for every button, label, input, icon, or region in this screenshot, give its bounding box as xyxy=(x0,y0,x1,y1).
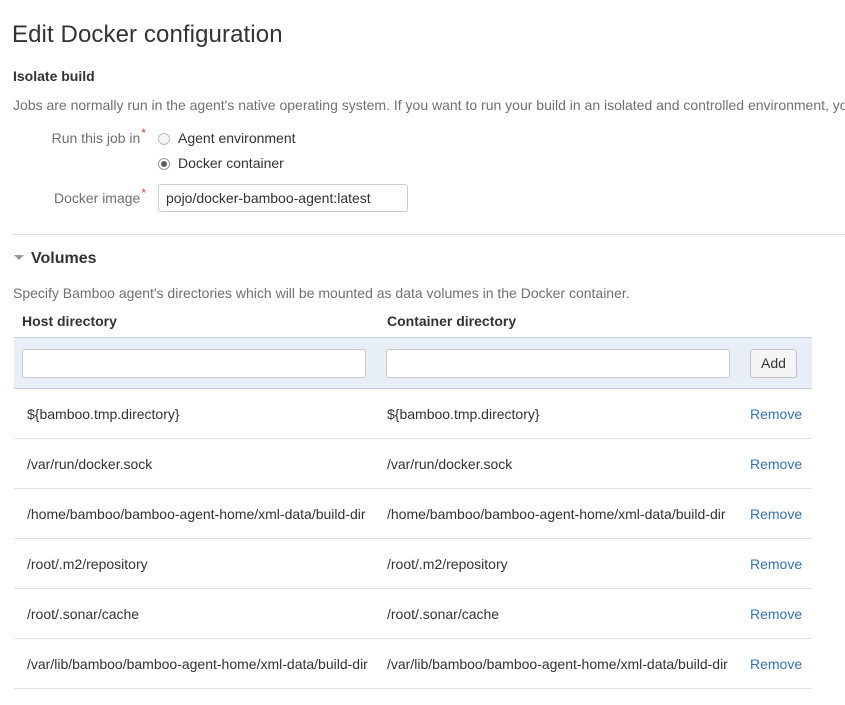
new-container-directory-input[interactable] xyxy=(386,349,730,378)
docker-image-input[interactable] xyxy=(158,184,408,212)
remove-volume-link[interactable]: Remove xyxy=(750,389,802,439)
radio-agent-environment-indicator[interactable] xyxy=(158,133,170,145)
triangle-down-icon[interactable] xyxy=(14,255,24,260)
run-this-job-in-row: Run this job in* Agent environment xyxy=(0,126,845,150)
table-row: /root/.m2/repository /root/.m2/repositor… xyxy=(14,539,812,589)
run-this-job-in-row-second: Docker container xyxy=(0,151,845,175)
volume-container-directory: /var/run/docker.sock xyxy=(387,456,513,472)
remove-volume-link[interactable]: Remove xyxy=(750,639,802,689)
remove-volume-link[interactable]: Remove xyxy=(750,539,802,589)
add-volume-button[interactable]: Add xyxy=(750,349,797,378)
volumes-section-toggle[interactable]: Volumes xyxy=(14,248,97,270)
new-host-directory-input[interactable] xyxy=(22,349,366,378)
volume-host-directory: /var/run/docker.sock xyxy=(27,456,153,472)
volume-add-row: Add xyxy=(14,337,812,389)
required-asterisk: * xyxy=(141,126,146,141)
table-row: /root/.sonar/cache /root/.sonar/cache Re… xyxy=(14,589,812,639)
docker-image-row: Docker image* xyxy=(0,186,845,210)
section-divider xyxy=(12,234,845,235)
volume-container-directory: ${bamboo.tmp.directory} xyxy=(387,406,540,422)
volume-container-directory: /root/.m2/repository xyxy=(387,556,508,572)
radio-agent-environment[interactable]: Agent environment xyxy=(158,126,296,150)
docker-configuration-page: Edit Docker configuration Isolate build … xyxy=(0,0,845,705)
table-row: /var/lib/bamboo/bamboo-agent-home/xml-da… xyxy=(14,639,812,689)
required-asterisk: * xyxy=(141,186,146,201)
isolate-build-description: Jobs are normally run in the agent's nat… xyxy=(13,97,845,113)
volumes-heading-label: Volumes xyxy=(31,250,97,267)
volume-container-directory: /home/bamboo/bamboo-agent-home/xml-data/… xyxy=(387,506,726,522)
volumes-description: Specify Bamboo agent's directories which… xyxy=(13,285,630,301)
isolate-build-heading: Isolate build xyxy=(13,68,95,84)
run-this-job-in-label: Run this job in* xyxy=(0,126,146,150)
radio-docker-container-label: Docker container xyxy=(178,155,284,171)
volume-container-directory: /root/.sonar/cache xyxy=(387,606,500,622)
table-row: ${bamboo.tmp.directory} ${bamboo.tmp.dir… xyxy=(14,389,812,439)
radio-docker-container[interactable]: Docker container xyxy=(158,151,284,175)
volume-host-directory: /root/.m2/repository xyxy=(27,556,148,572)
page-title: Edit Docker configuration xyxy=(12,21,283,49)
volume-host-directory: /var/lib/bamboo/bamboo-agent-home/xml-da… xyxy=(27,656,368,672)
column-header-host-directory: Host directory xyxy=(22,313,117,329)
remove-volume-link[interactable]: Remove xyxy=(750,489,802,539)
volume-container-directory: /var/lib/bamboo/bamboo-agent-home/xml-da… xyxy=(387,656,728,672)
volume-host-directory: /root/.sonar/cache xyxy=(27,606,140,622)
run-this-job-in-label-text: Run this job in xyxy=(51,130,141,146)
remove-volume-link[interactable]: Remove xyxy=(750,439,802,489)
volume-host-directory: /home/bamboo/bamboo-agent-home/xml-data/… xyxy=(27,506,366,522)
docker-image-label-text: Docker image xyxy=(53,190,141,206)
table-row: /home/bamboo/bamboo-agent-home/xml-data/… xyxy=(14,489,812,539)
docker-image-label: Docker image* xyxy=(0,186,146,210)
radio-docker-container-indicator[interactable] xyxy=(158,158,170,170)
volume-host-directory: ${bamboo.tmp.directory} xyxy=(27,406,180,422)
column-header-container-directory: Container directory xyxy=(387,313,517,329)
table-row: /var/run/docker.sock /var/run/docker.soc… xyxy=(14,439,812,489)
radio-agent-environment-label: Agent environment xyxy=(178,130,296,146)
remove-volume-link[interactable]: Remove xyxy=(750,589,802,639)
